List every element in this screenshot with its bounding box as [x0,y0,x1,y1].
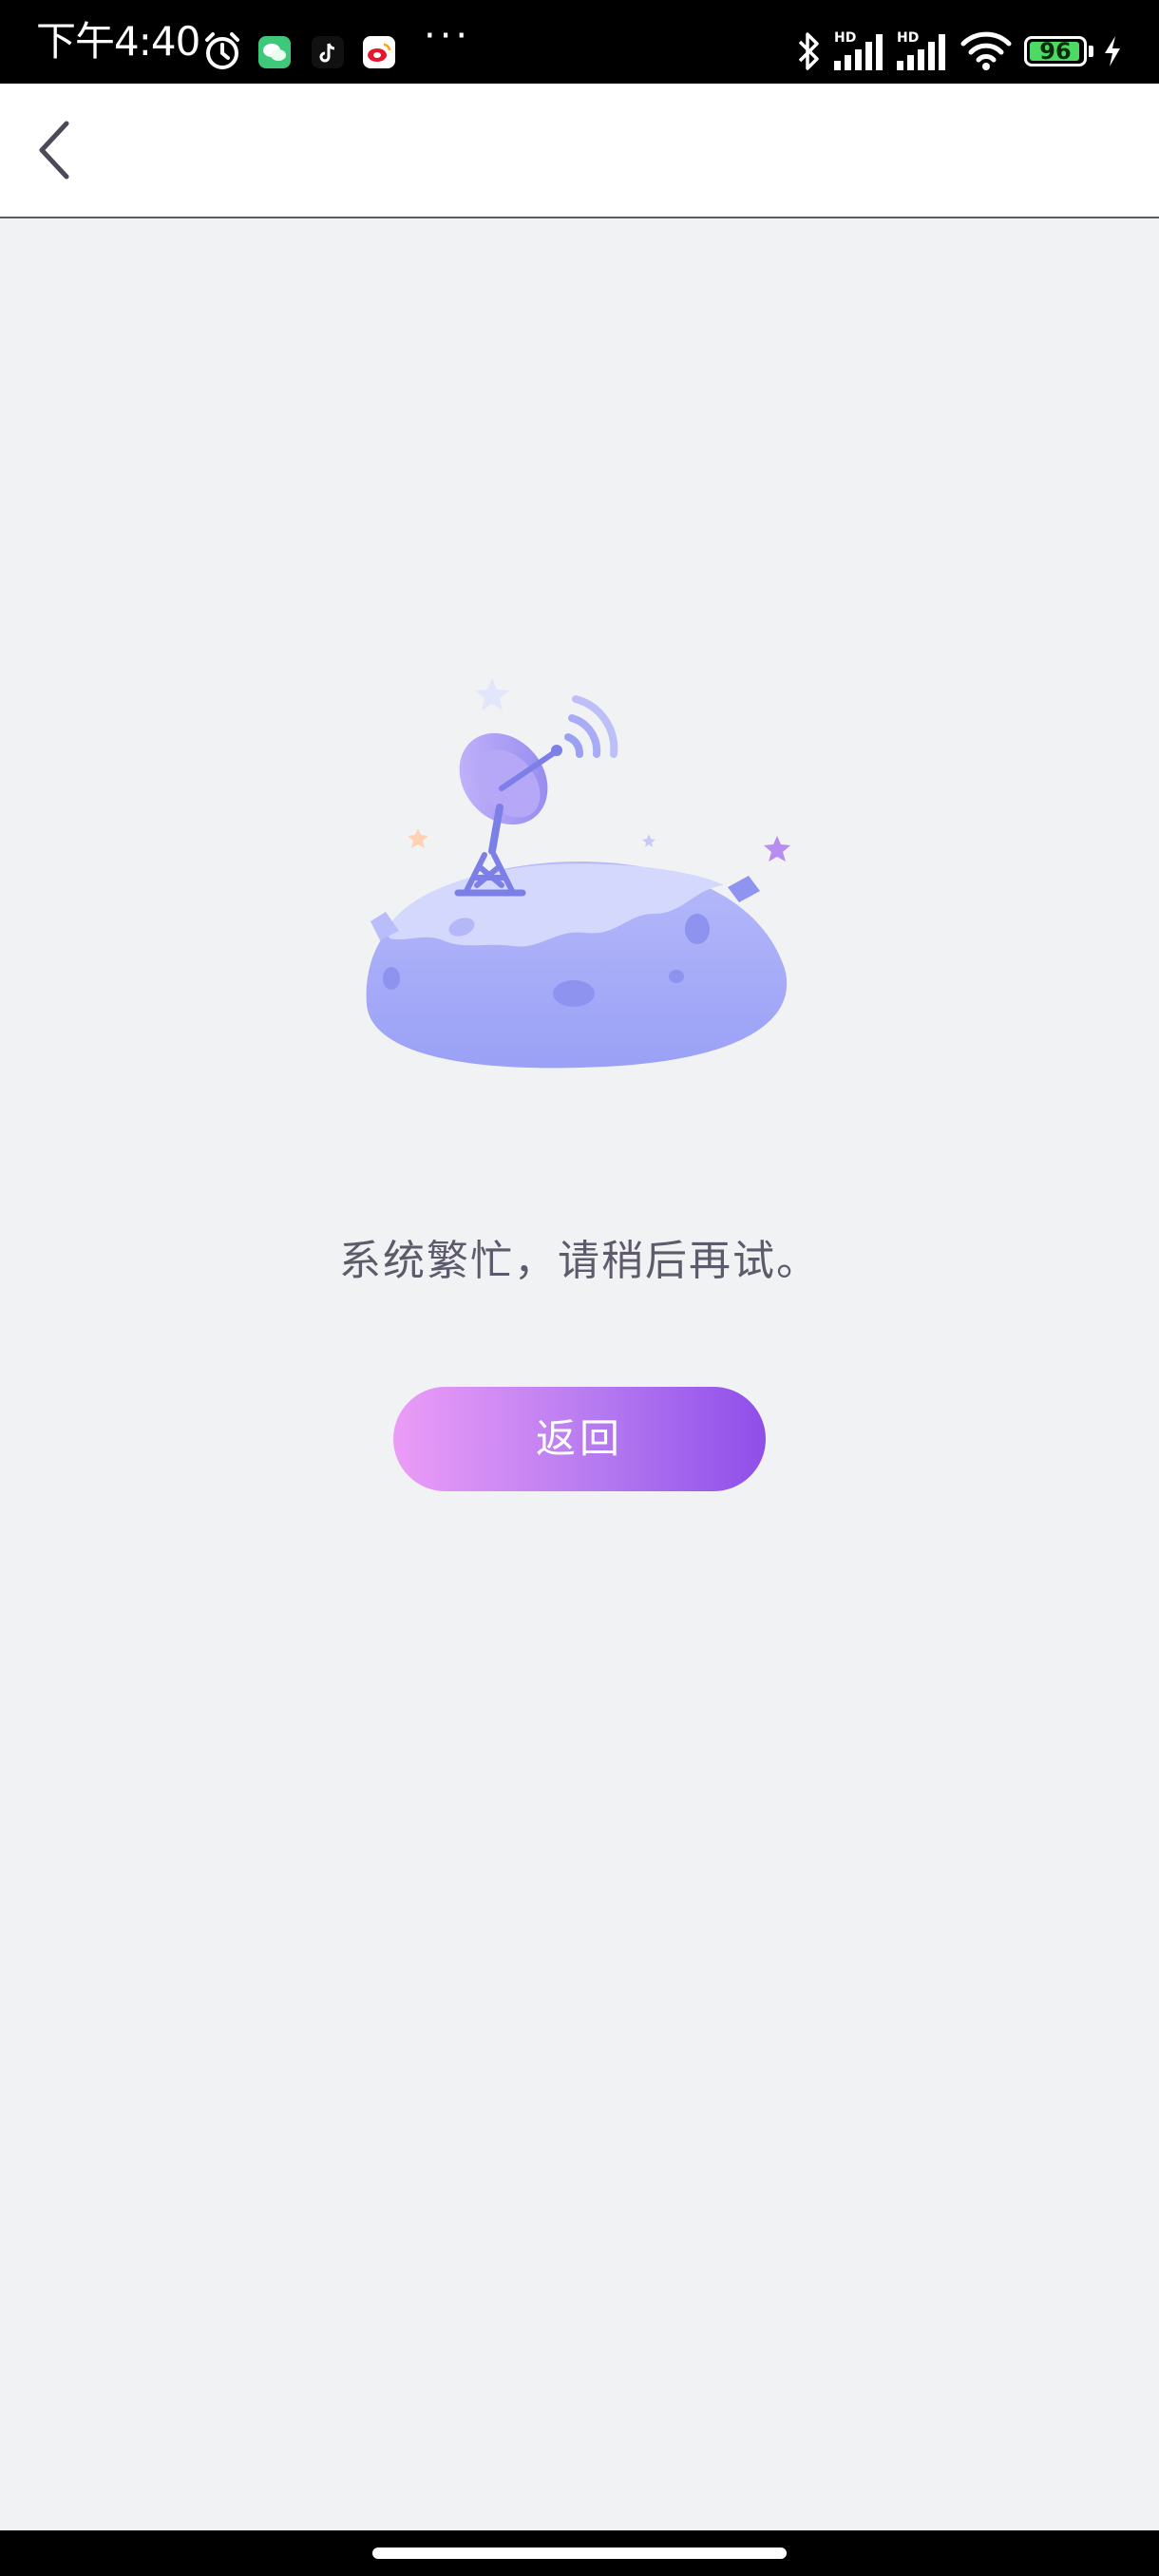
weibo-icon [363,36,395,68]
battery-nub [1089,46,1093,57]
signal-strength-icon: HD [834,30,883,70]
wechat-icon [258,36,291,68]
satellite-dish-planet-icon [366,678,790,1069]
status-bar: 下午4:40 ··· HD HD 96 [0,0,1159,84]
signal-strength-icon: HD [897,30,945,70]
return-button[interactable]: 返回 [393,1387,766,1491]
tiktok-icon [312,36,344,68]
svg-text:HD: HD [897,30,919,46]
wifi-icon [960,31,1012,70]
bluetooth-icon [798,32,819,70]
svg-text:HD: HD [834,30,856,46]
status-time: 下午4:40 [36,18,200,65]
alarm-clock-icon [205,32,239,69]
charging-bolt-icon [1105,36,1120,66]
top-nav-bar [0,84,1159,218]
battery-percent: 96 [1039,38,1072,65]
more-notifications-icon: ··· [424,14,472,58]
system-nav-bar [0,2530,1159,2576]
chevron-left-icon[interactable] [21,112,97,188]
error-message: 系统繁忙，请稍后再试。 [339,1237,820,1285]
home-indicator[interactable] [372,2548,787,2559]
